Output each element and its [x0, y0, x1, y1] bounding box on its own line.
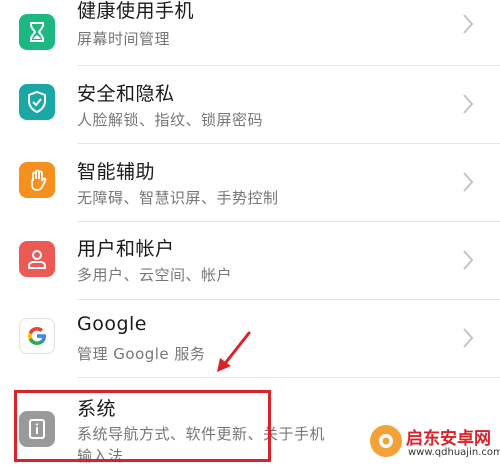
chevron-right-icon [463, 94, 474, 114]
pointer-arrow-icon [217, 331, 251, 372]
watermark-logo-icon [370, 425, 402, 457]
item-title: 健康使用手机 [77, 0, 195, 22]
google-icon [19, 318, 55, 354]
settings-item-users-accounts[interactable]: 用户和帐户 多用户、云空间、帐户 [0, 222, 500, 300]
chevron-right-icon [463, 250, 474, 270]
watermark: 启东安卓网 www.qdhuajin.com [368, 421, 500, 463]
watermark-url: www.qdhuajin.com [408, 447, 500, 458]
hand-icon [19, 162, 55, 198]
item-title: 用户和帐户 [77, 238, 175, 260]
watermark-title: 启东安卓网 [406, 429, 491, 449]
item-subtitle: 无障碍、智慧识屏、手势控制 [77, 189, 279, 207]
shield-icon [19, 84, 55, 120]
chevron-right-icon [463, 172, 474, 192]
highlight-box [14, 390, 271, 462]
hourglass-icon [19, 14, 55, 50]
chevron-right-icon [463, 328, 474, 348]
chevron-right-icon [463, 14, 474, 34]
person-icon [19, 241, 55, 277]
item-title: 安全和隐私 [77, 83, 175, 105]
settings-item-digital-balance[interactable]: 健康使用手机 屏幕时间管理 [0, 0, 500, 74]
item-subtitle: 人脸解锁、指纹、锁屏密码 [77, 111, 264, 129]
settings-item-security-privacy[interactable]: 安全和隐私 人脸解锁、指纹、锁屏密码 [0, 66, 500, 144]
item-subtitle: 多用户、云空间、帐户 [77, 266, 233, 284]
item-title: 智能辅助 [77, 161, 156, 183]
item-title: Google [77, 313, 148, 335]
item-subtitle: 管理 Google 服务 [77, 345, 206, 363]
settings-item-smart-assistance[interactable]: 智能辅助 无障碍、智慧识屏、手势控制 [0, 144, 500, 222]
item-subtitle: 屏幕时间管理 [77, 30, 171, 48]
